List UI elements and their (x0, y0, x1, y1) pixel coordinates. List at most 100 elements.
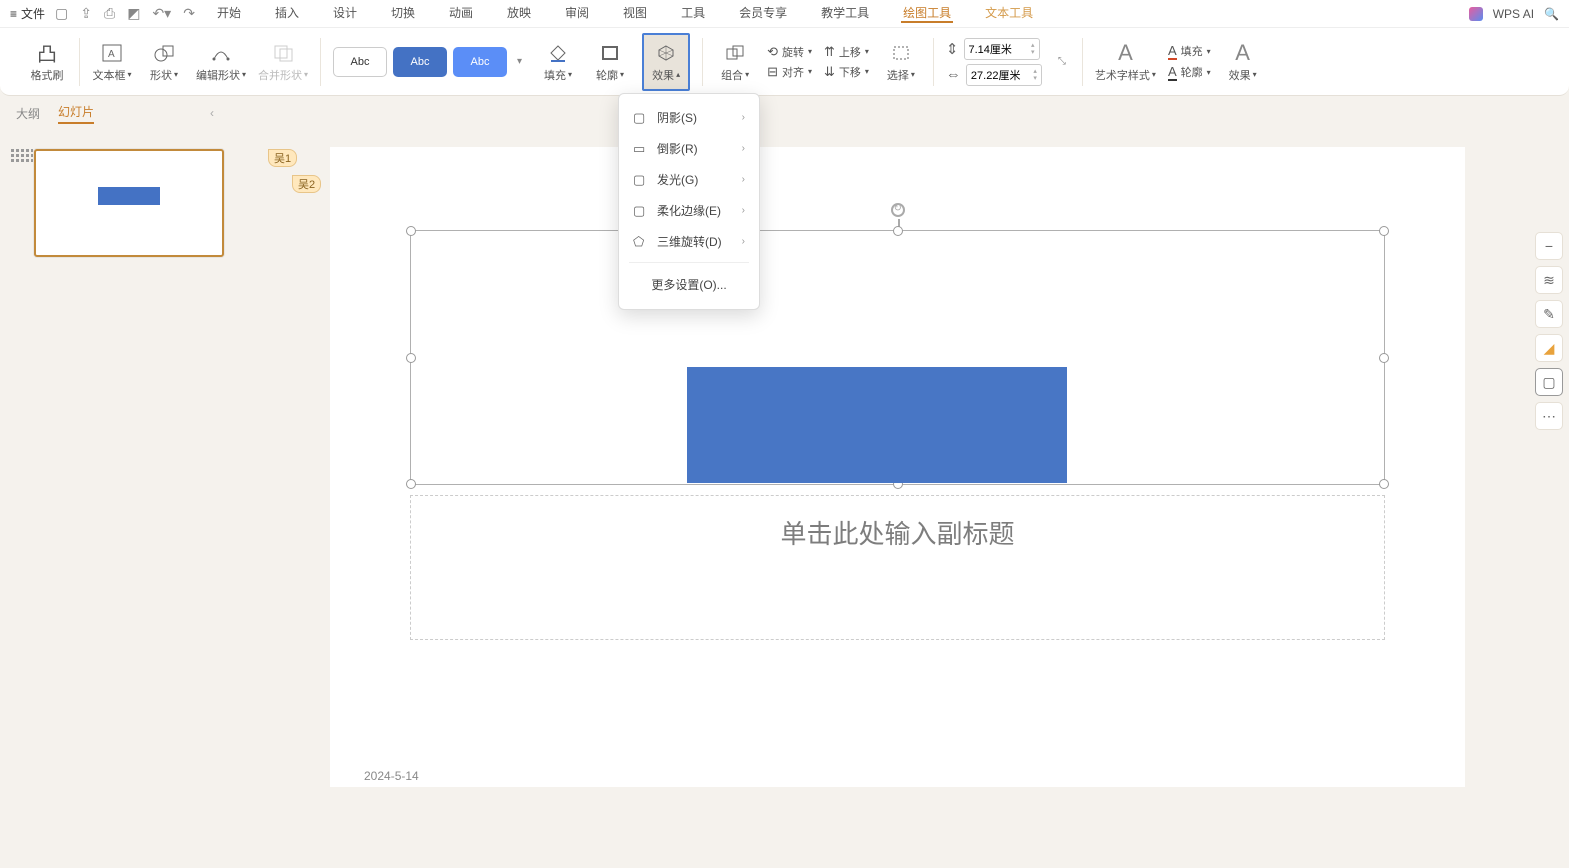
slide-thumbnail-1[interactable] (34, 149, 224, 257)
more-button[interactable]: ⋯ (1535, 402, 1563, 430)
group-label: 组合 (721, 67, 743, 83)
move-down-button[interactable]: ⇊下移▾ (824, 64, 869, 80)
print-icon[interactable]: ⎙ (104, 5, 115, 22)
tab-start[interactable]: 开始 (215, 4, 243, 23)
effects-button[interactable]: 效果▴ (642, 33, 690, 91)
tab-slides[interactable]: 幻灯片 (58, 103, 94, 124)
chevron-right-icon: › (742, 112, 745, 123)
select-button[interactable]: 选择▾ (881, 41, 921, 83)
resize-handle[interactable] (893, 226, 903, 236)
align-button[interactable]: ⊟对齐▾ (767, 64, 812, 80)
tab-member[interactable]: 会员专享 (737, 4, 789, 23)
tab-teaching[interactable]: 教学工具 (819, 4, 871, 23)
edit-button[interactable]: ✎ (1535, 300, 1563, 328)
align-icon: ⊟ (767, 64, 778, 80)
format-pane-button[interactable]: ▢ (1535, 368, 1563, 396)
style-chip-1[interactable]: Abc (333, 47, 387, 77)
move-up-button[interactable]: ⇈上移▾ (824, 44, 869, 60)
tab-tools[interactable]: 工具 (679, 4, 707, 23)
spinner-icon[interactable]: ▴▾ (1033, 68, 1037, 82)
menubar-right: WPS AI 🔍 (1469, 7, 1559, 21)
ai-label[interactable]: WPS AI (1493, 7, 1534, 21)
textbox-icon: A (101, 41, 123, 65)
effects-label: 效果 (652, 67, 674, 83)
style-chip-3[interactable]: Abc (453, 47, 507, 77)
quick-access-toolbar: ▢ ⇪ ⎙ ◩ ↶▾ ↷ (55, 5, 195, 22)
tab-drawing-tools[interactable]: 绘图工具 (901, 4, 953, 23)
search-icon[interactable]: 🔍 (1544, 7, 1559, 21)
tab-design[interactable]: 设计 (331, 4, 359, 23)
fill-icon (547, 41, 569, 65)
resize-handle[interactable] (406, 479, 416, 489)
resize-handle[interactable] (1379, 226, 1389, 236)
collaborator-tag-1[interactable]: 吴1 (268, 149, 297, 167)
fill-button[interactable]: 填充▾ (538, 41, 578, 83)
collaborator-tag-2[interactable]: 吴2 (292, 175, 321, 193)
size-dialog-launcher[interactable]: ⤡ (1054, 56, 1070, 67)
tab-review[interactable]: 审阅 (563, 4, 591, 23)
blue-rectangle-shape[interactable] (687, 367, 1067, 483)
rotation-3d-icon: ⬠ (633, 234, 647, 250)
width-input[interactable]: 27.22厘米▴▾ (966, 64, 1042, 86)
tab-animation[interactable]: 动画 (447, 4, 475, 23)
more-settings[interactable]: 更多设置(O)... (619, 268, 759, 301)
tab-slideshow[interactable]: 放映 (505, 4, 533, 23)
art-style-icon: A (1118, 41, 1133, 65)
file-menu[interactable]: ≡ 文件 (10, 5, 45, 22)
format-brush-button[interactable]: 凸 格式刷 (27, 41, 67, 83)
tab-text-tools[interactable]: 文本工具 (983, 4, 1035, 23)
resize-handle[interactable] (1379, 479, 1389, 489)
edit-shape-button[interactable]: 编辑形状▾ (196, 41, 246, 83)
effects-icon (655, 41, 677, 65)
resize-handle[interactable] (406, 353, 416, 363)
effects-dropdown: ▢ 阴影(S) › ▭ 倒影(R) › ▢ 发光(G) › ▢ 柔化边缘(E) … (618, 93, 760, 310)
height-icon: ⇕ (946, 40, 959, 58)
text-fill-button[interactable]: A填充▾ (1168, 43, 1211, 60)
effect-soft-edges[interactable]: ▢ 柔化边缘(E) › (619, 195, 759, 226)
height-input[interactable]: 7.14厘米▴▾ (964, 38, 1040, 60)
resize-handle[interactable] (406, 226, 416, 236)
effect-3d-rotation[interactable]: ⬠ 三维旋转(D) › (619, 226, 759, 257)
collapse-panel-icon[interactable]: ‹ (210, 106, 214, 120)
rotation-handle[interactable] (891, 203, 905, 217)
text-outline-button[interactable]: A轮廓▾ (1168, 64, 1211, 81)
undo-icon[interactable]: ↶▾ (152, 5, 171, 22)
style-chip-2[interactable]: Abc (393, 47, 447, 77)
text-effect-button[interactable]: A 效果▾ (1223, 41, 1263, 83)
art-style-button[interactable]: A 艺术字样式▾ (1095, 41, 1156, 83)
edit-shape-icon (210, 41, 232, 65)
spinner-icon[interactable]: ▴▾ (1031, 42, 1035, 56)
textbox-button[interactable]: A 文本框▾ (92, 41, 132, 83)
tab-outline[interactable]: 大纲 (16, 105, 40, 122)
chevron-right-icon: › (742, 174, 745, 185)
highlight-button[interactable]: ◢ (1535, 334, 1563, 362)
tab-view[interactable]: 视图 (621, 4, 649, 23)
slide-canvas[interactable]: 单击此处输入副标题 2024-5-14 (330, 147, 1465, 787)
redo-icon[interactable]: ↷ (183, 5, 195, 22)
tab-insert[interactable]: 插入 (273, 4, 301, 23)
resize-handle[interactable] (1379, 353, 1389, 363)
save-icon[interactable]: ▢ (55, 5, 68, 22)
group-size: ⇕ 7.14厘米▴▾ ⇔ 27.22厘米▴▾ ⤡ (934, 34, 1082, 90)
slides-pane[interactable] (0, 135, 230, 868)
shape-button[interactable]: 形状▾ (144, 41, 184, 83)
effect-reflection[interactable]: ▭ 倒影(R) › (619, 133, 759, 164)
menu-tabs: 开始 插入 设计 切换 动画 放映 审阅 视图 工具 会员专享 教学工具 绘图工… (215, 4, 1469, 23)
effect-glow[interactable]: ▢ 发光(G) › (619, 164, 759, 195)
group-button[interactable]: 组合▾ (715, 41, 755, 83)
slide-strip-icon (11, 149, 33, 167)
group-icon (724, 41, 746, 65)
outline-button[interactable]: 轮廓▾ (590, 41, 630, 83)
effect-shadow[interactable]: ▢ 阴影(S) › (619, 102, 759, 133)
export-icon[interactable]: ⇪ (80, 5, 92, 22)
zoom-out-button[interactable]: − (1535, 232, 1563, 260)
menu-separator (629, 262, 749, 263)
tab-transition[interactable]: 切换 (389, 4, 417, 23)
style-more-caret[interactable]: ▾ (513, 56, 526, 67)
rotate-button[interactable]: ⟲旋转▾ (767, 44, 812, 60)
chevron-right-icon: › (742, 143, 745, 154)
text-fill-icon: A (1168, 43, 1177, 60)
subtitle-placeholder[interactable]: 单击此处输入副标题 (410, 495, 1385, 640)
preview-icon[interactable]: ◩ (127, 5, 140, 22)
layers-button[interactable]: ≋ (1535, 266, 1563, 294)
